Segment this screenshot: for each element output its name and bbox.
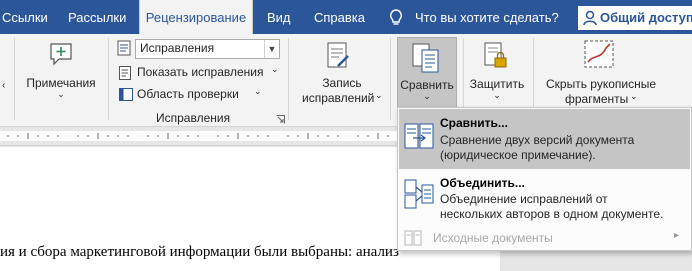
comments-button[interactable]: Примечания ⌄: [22, 36, 100, 106]
reviewing-pane-label: Область проверки: [137, 87, 239, 101]
source-documents-label: Исходные документы: [433, 231, 553, 245]
compare-dropdown-menu: Сравнить... Сравнение двух версий докуме…: [397, 107, 692, 251]
chevron-down-icon: ⌄: [423, 91, 431, 101]
ribbon-tab-bar: Ссылки Рассылки Рецензирование Вид Справ…: [0, 0, 692, 34]
tab-help[interactable]: Справка: [314, 0, 365, 34]
reviewing-pane-button[interactable]: Область проверки ⌄: [117, 86, 267, 104]
lightbulb-icon[interactable]: [389, 9, 403, 30]
protect-icon: [483, 42, 509, 73]
combine-documents-icon: [404, 179, 434, 212]
combine-documents-menu-item[interactable]: Объединить... Объединение исправлений от…: [399, 171, 690, 227]
document-text-line[interactable]: ия и сбора маркетинговой информации были…: [0, 244, 399, 261]
record-changes-label-2: исправлений: [302, 91, 375, 105]
chevron-down-icon: ⌄: [630, 91, 638, 101]
markup-display-value: Исправления: [140, 41, 215, 55]
compare-label: Сравнить: [400, 78, 454, 92]
chevron-down-icon: ⌄: [375, 90, 383, 100]
document-text-line-clipped: [0, 266, 420, 271]
person-icon: [583, 10, 597, 34]
combine-documents-description-2: нескольких авторов в одном документе.: [440, 207, 664, 221]
tab-review[interactable]: Рецензирование: [139, 0, 253, 34]
comment-icon: [49, 42, 73, 71]
hide-ink-button[interactable]: Скрыть рукописные фрагменты ⌄: [538, 37, 664, 109]
chevron-down-icon: ⌄: [57, 89, 65, 99]
record-changes-icon: [326, 42, 350, 73]
protect-label: Защитить: [469, 77, 525, 91]
track-changes-icon[interactable]: [117, 40, 133, 59]
compare-documents-title: Сравнить...: [440, 116, 508, 130]
markup-icon: [119, 66, 132, 83]
tell-me-search[interactable]: Что вы хотите сделать?: [415, 0, 559, 34]
reviewing-pane-icon: [119, 88, 133, 104]
compare-documents-description-1: Сравнение двух версий документа: [440, 133, 635, 147]
hide-ink-label-1: Скрыть рукописные: [545, 77, 657, 91]
separator: [14, 38, 15, 120]
separator: [288, 38, 289, 120]
tracking-group-label: Исправления: [156, 111, 231, 125]
chevron-down-icon: ⌄: [254, 86, 262, 96]
chevron-right-icon: ▸: [674, 230, 680, 241]
hide-ink-label-2: фрагменты: [565, 92, 629, 106]
tab-references[interactable]: Ссылки: [2, 0, 48, 34]
dialog-launcher-icon[interactable]: [276, 113, 285, 127]
chevron-down-icon: ⌄: [493, 90, 501, 100]
share-label: Общий доступ: [600, 10, 692, 25]
source-documents-icon: [404, 230, 422, 249]
record-changes-label-1: Запись: [322, 76, 362, 90]
share-button[interactable]: Общий доступ: [578, 6, 692, 30]
show-markup-button[interactable]: Показать исправления ⌄: [117, 64, 282, 82]
separator: [390, 38, 391, 120]
combine-documents-description-1: Объединение исправлений от: [440, 192, 608, 206]
compare-button[interactable]: Сравнить ⌄: [397, 37, 457, 109]
tab-mailings[interactable]: Рассылки: [68, 0, 126, 34]
chevron-down-icon[interactable]: ▼: [264, 40, 279, 58]
protect-button[interactable]: Защитить ⌄: [466, 37, 528, 107]
tab-view[interactable]: Вид: [267, 0, 291, 34]
comments-label: Примечания: [26, 76, 96, 90]
chevron-down-icon: ⌄: [271, 64, 279, 74]
scroll-left-glyph: ‹: [2, 80, 6, 91]
markup-display-select[interactable]: Исправления ▼: [135, 39, 280, 59]
compare-documents-description-2: (юридическое примечание).: [440, 148, 596, 162]
hide-ink-icon: [584, 40, 618, 73]
record-changes-button[interactable]: Запись исправлений ⌄: [296, 36, 388, 108]
combine-documents-title: Объединить...: [440, 176, 525, 190]
source-documents-menu-item[interactable]: Исходные документы ▸: [399, 227, 690, 249]
separator: [108, 38, 109, 120]
compare-icon: [412, 43, 440, 76]
compare-documents-menu-item[interactable]: Сравнить... Сравнение двух версий докуме…: [399, 109, 690, 169]
compare-documents-icon: [404, 123, 434, 154]
show-markup-label: Показать исправления: [137, 65, 264, 79]
